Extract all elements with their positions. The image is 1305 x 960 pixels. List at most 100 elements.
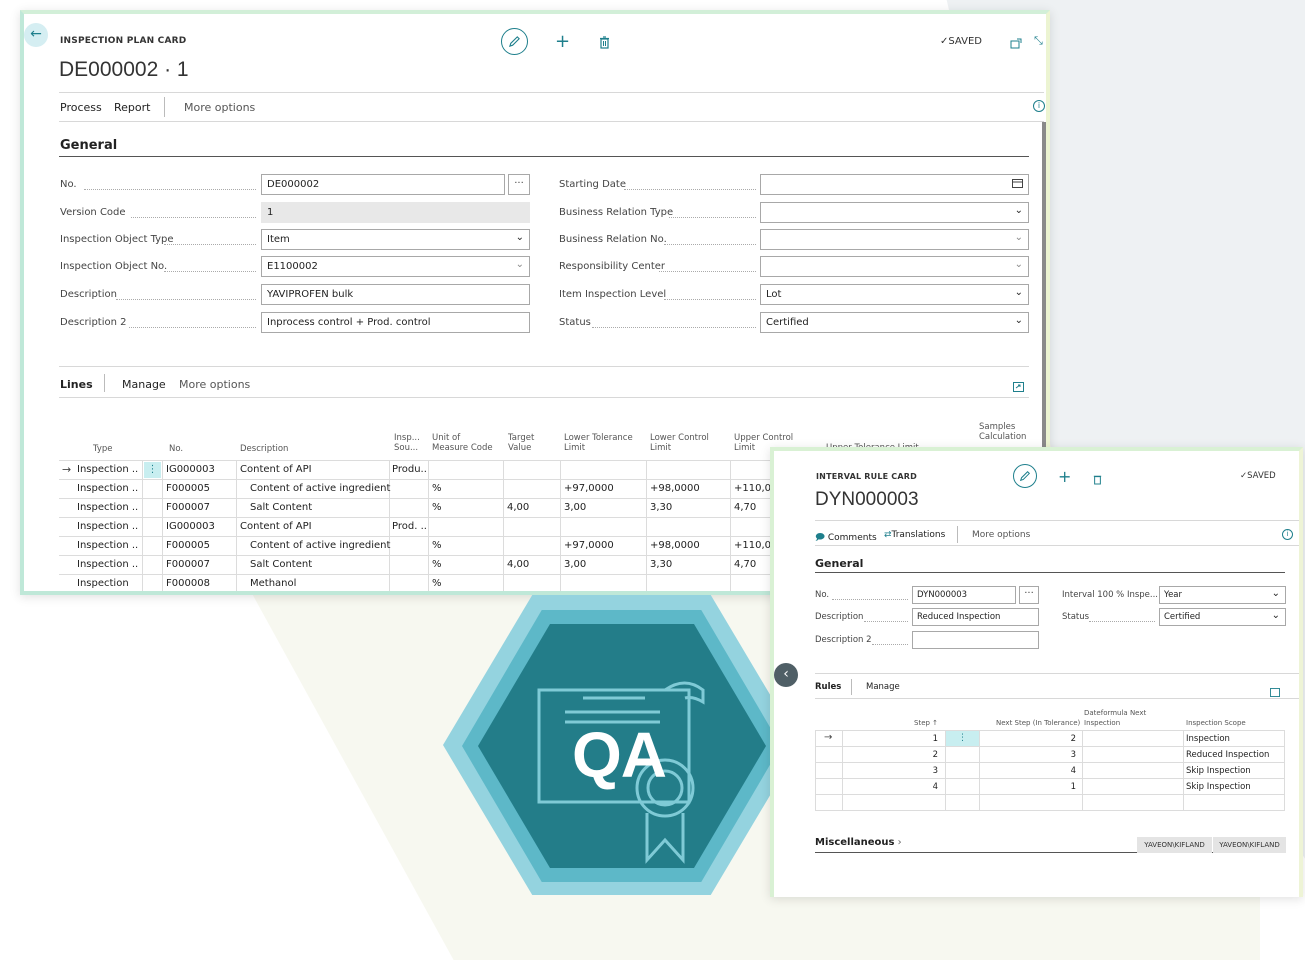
rule-cell-scope[interactable]: Reduced Inspection: [1186, 750, 1282, 760]
table-cell-ltl[interactable]: +97,0000: [564, 540, 644, 551]
table-cell-uom[interactable]: %: [432, 578, 500, 589]
table-cell-ltl[interactable]: 3,00: [564, 559, 644, 570]
action-more-options[interactable]: More options: [972, 530, 1030, 540]
no-field[interactable]: DYN000003: [912, 586, 1016, 604]
rule-cell-scope[interactable]: Skip Inspection: [1186, 766, 1282, 776]
column-header[interactable]: Dateformula Next Inspection: [1084, 708, 1164, 728]
description-field[interactable]: YAVIPROFEN bulk: [261, 284, 530, 305]
rule-cell-step[interactable]: 2: [874, 750, 938, 760]
table-cell-no[interactable]: F000005: [166, 540, 234, 551]
rule-cell-step[interactable]: 4: [874, 782, 938, 792]
lookup-button[interactable]: ···: [508, 174, 530, 195]
rule-cell-next[interactable]: 2: [984, 734, 1076, 744]
lookup-button[interactable]: ···: [1019, 586, 1039, 604]
table-cell-target[interactable]: 4,00: [507, 559, 557, 570]
add-icon[interactable]: +: [555, 33, 570, 51]
table-cell-desc[interactable]: Content of active ingredient: [250, 483, 396, 494]
row-menu-icon[interactable]: ⋮: [946, 731, 979, 746]
rule-cell-step[interactable]: 3: [874, 766, 938, 776]
info-icon[interactable]: i: [1282, 529, 1293, 540]
column-header[interactable]: Next Step (In Tolerance): [996, 718, 1080, 728]
rule-cell-next[interactable]: 3: [984, 750, 1076, 760]
collapse-panel-button[interactable]: ‹: [774, 663, 798, 687]
column-header[interactable]: Lower Tolerance Limit: [564, 433, 634, 453]
no-field[interactable]: DE000002: [261, 174, 505, 195]
table-cell-no[interactable]: IG000003: [166, 521, 234, 532]
column-header[interactable]: Type: [93, 444, 113, 454]
inspection-object-no-select[interactable]: E1100002 ⌄: [261, 256, 530, 277]
action-more-options[interactable]: More options: [184, 101, 255, 114]
table-cell-uom[interactable]: %: [432, 483, 500, 494]
table-cell-no[interactable]: F000005: [166, 483, 234, 494]
column-header[interactable]: Unit of Measure Code: [432, 433, 494, 453]
table-cell-lcl[interactable]: 3,30: [650, 559, 728, 570]
column-header[interactable]: Lower Control Limit: [650, 433, 710, 453]
business-relation-no-select[interactable]: ⌄: [760, 229, 1029, 250]
delete-button[interactable]: [1093, 470, 1102, 489]
tab-lines[interactable]: Lines: [60, 378, 93, 391]
table-cell-no[interactable]: F000008: [166, 578, 234, 589]
column-header[interactable]: Samples Calculation: [979, 422, 1029, 442]
tab-manage[interactable]: Manage: [122, 378, 166, 391]
table-cell-desc[interactable]: Content of API: [240, 464, 386, 475]
table-cell-no[interactable]: F000007: [166, 502, 234, 513]
calendar-icon[interactable]: [1012, 178, 1023, 191]
rule-cell-step[interactable]: 1: [874, 734, 938, 744]
table-cell-target[interactable]: 4,00: [507, 502, 557, 513]
rule-cell-next[interactable]: 1: [984, 782, 1076, 792]
table-cell-no[interactable]: IG000003: [166, 464, 234, 475]
add-icon[interactable]: +: [1058, 469, 1071, 485]
status-select[interactable]: Certified ⌄: [1159, 608, 1286, 626]
table-cell-uom[interactable]: %: [432, 540, 500, 551]
item-inspection-level-select[interactable]: Lot ⌄: [760, 284, 1029, 305]
table-cell-lcl[interactable]: 3,30: [650, 502, 728, 513]
table-cell-uom[interactable]: %: [432, 559, 500, 570]
column-header[interactable]: Step ↑: [914, 718, 938, 728]
expand-icon[interactable]: [1013, 377, 1024, 396]
table-cell-type[interactable]: Inspection ...: [77, 521, 139, 532]
status-select[interactable]: Certified ⌄: [760, 312, 1029, 333]
section-miscellaneous[interactable]: Miscellaneous ›: [815, 837, 902, 848]
table-cell-type[interactable]: Inspection ...: [77, 502, 139, 513]
rule-cell-scope[interactable]: Inspection: [1186, 734, 1282, 744]
open-new-window-icon[interactable]: [1010, 34, 1022, 53]
description-2-field[interactable]: [912, 631, 1039, 649]
comments-button[interactable]: 🗩 Comments: [815, 530, 877, 546]
rule-cell-scope[interactable]: Skip Inspection: [1186, 782, 1282, 792]
table-cell-no[interactable]: F000007: [166, 559, 234, 570]
table-cell-desc[interactable]: Methanol: [250, 578, 396, 589]
action-report[interactable]: Report: [114, 101, 150, 114]
table-cell-src[interactable]: Prod. ...: [392, 521, 426, 532]
column-header[interactable]: Insp... Sou...: [394, 433, 422, 453]
table-cell-lcl[interactable]: +98,0000: [650, 483, 728, 494]
info-icon[interactable]: i: [1033, 100, 1045, 112]
table-cell-desc[interactable]: Salt Content: [250, 559, 396, 570]
inspection-object-type-select[interactable]: Item ⌄: [261, 229, 530, 250]
table-cell-lcl[interactable]: +98,0000: [650, 540, 728, 551]
table-cell-ltl[interactable]: 3,00: [564, 502, 644, 513]
table-cell-type[interactable]: Inspection: [77, 578, 139, 589]
interval-select[interactable]: Year ⌄: [1159, 586, 1286, 604]
table-cell-type[interactable]: Inspection ...: [77, 559, 139, 570]
table-cell-ltl[interactable]: +97,0000: [564, 483, 644, 494]
table-cell-type[interactable]: Inspection ...: [77, 464, 139, 475]
table-cell-desc[interactable]: Content of API: [240, 521, 386, 532]
row-menu-icon[interactable]: ⋮: [144, 462, 161, 478]
table-cell-uom[interactable]: %: [432, 502, 500, 513]
column-header[interactable]: Description: [240, 444, 288, 454]
column-header[interactable]: No.: [169, 444, 183, 454]
tab-manage[interactable]: Manage: [866, 682, 900, 692]
rule-cell-next[interactable]: 4: [984, 766, 1076, 776]
description-field[interactable]: Reduced Inspection: [912, 608, 1039, 626]
tab-more-options[interactable]: More options: [179, 378, 250, 391]
edit-button[interactable]: [1013, 464, 1037, 488]
table-cell-src[interactable]: Produ...: [392, 464, 426, 475]
tab-rules[interactable]: Rules: [815, 682, 841, 692]
business-relation-type-select[interactable]: ⌄: [760, 202, 1029, 223]
table-cell-desc[interactable]: Content of active ingredient: [250, 540, 396, 551]
column-header[interactable]: Target Value: [508, 433, 542, 453]
table-cell-type[interactable]: Inspection ...: [77, 483, 139, 494]
translations-button[interactable]: ⇄Translations: [884, 530, 945, 540]
column-header[interactable]: Inspection Scope: [1186, 718, 1246, 728]
starting-date-field[interactable]: [760, 174, 1029, 195]
